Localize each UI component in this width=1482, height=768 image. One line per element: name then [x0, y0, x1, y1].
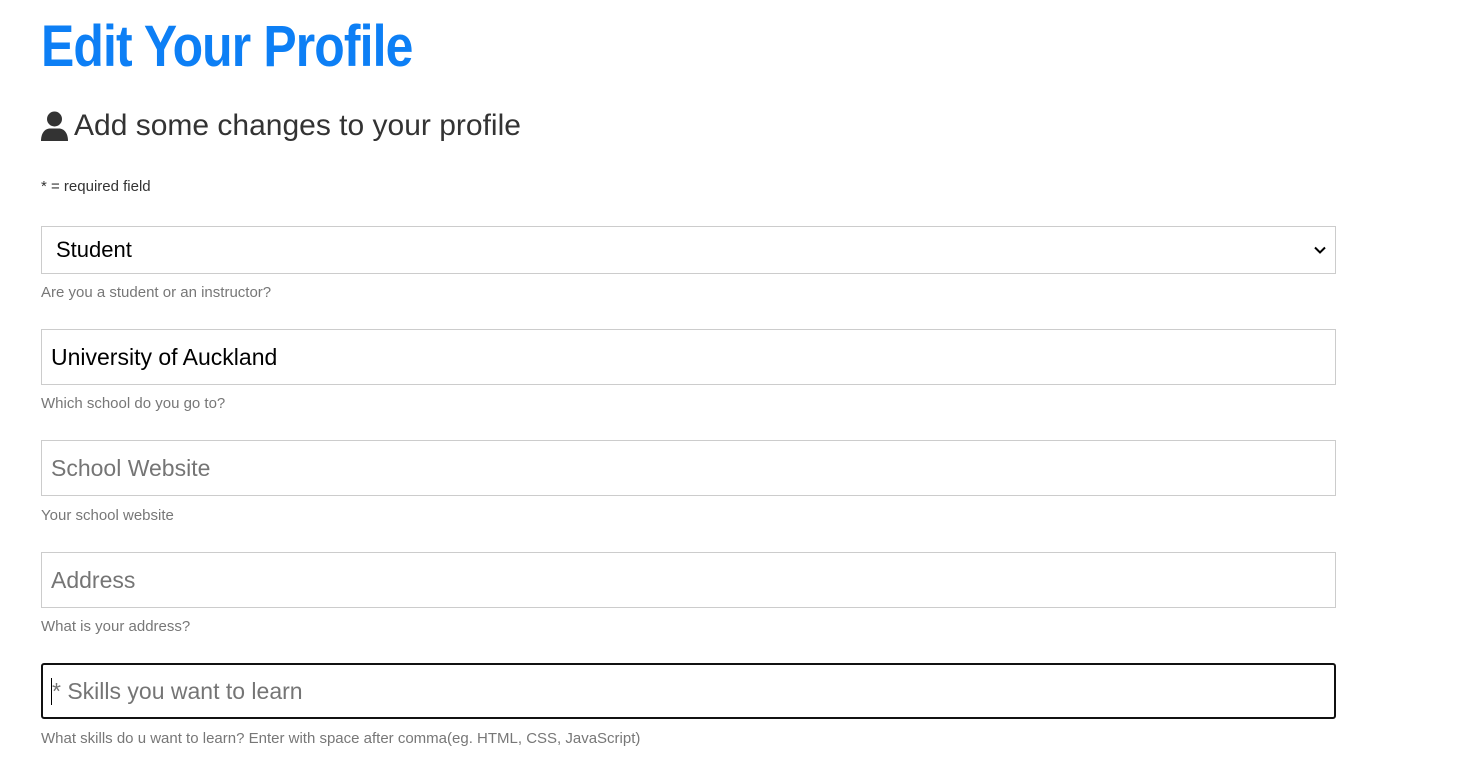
- required-field-note: * = required field: [41, 178, 151, 195]
- school-help-text: Which school do you go to?: [41, 395, 226, 412]
- skills-help-text: What skills do u want to learn? Enter wi…: [41, 730, 641, 747]
- subtitle-text: Add some changes to your profile: [74, 109, 521, 142]
- skills-placeholder: * Skills you want to learn: [52, 677, 303, 704]
- role-help-text: Are you a student or an instructor?: [41, 284, 272, 301]
- address-placeholder: Address: [51, 566, 136, 593]
- page-title: Edit Your Profile: [41, 14, 413, 79]
- chevron-down-icon: [1314, 246, 1326, 254]
- page-subtitle: Add some changes to your profile: [41, 106, 521, 146]
- role-select[interactable]: Student: [41, 226, 1336, 274]
- edit-profile-page: Edit Your Profile Add some changes to yo…: [0, 0, 1482, 768]
- address-help-text: What is your address?: [41, 618, 191, 635]
- role-select-value: Student: [56, 237, 132, 262]
- school-input[interactable]: University of Auckland: [41, 329, 1336, 385]
- school-input-value: University of Auckland: [51, 343, 278, 370]
- school-website-help-text: Your school website: [41, 507, 174, 524]
- address-input[interactable]: Address: [41, 552, 1336, 608]
- skills-input[interactable]: * Skills you want to learn: [41, 663, 1336, 719]
- school-website-placeholder: School Website: [51, 454, 211, 481]
- user-icon: [41, 111, 68, 141]
- school-website-input[interactable]: School Website: [41, 440, 1336, 496]
